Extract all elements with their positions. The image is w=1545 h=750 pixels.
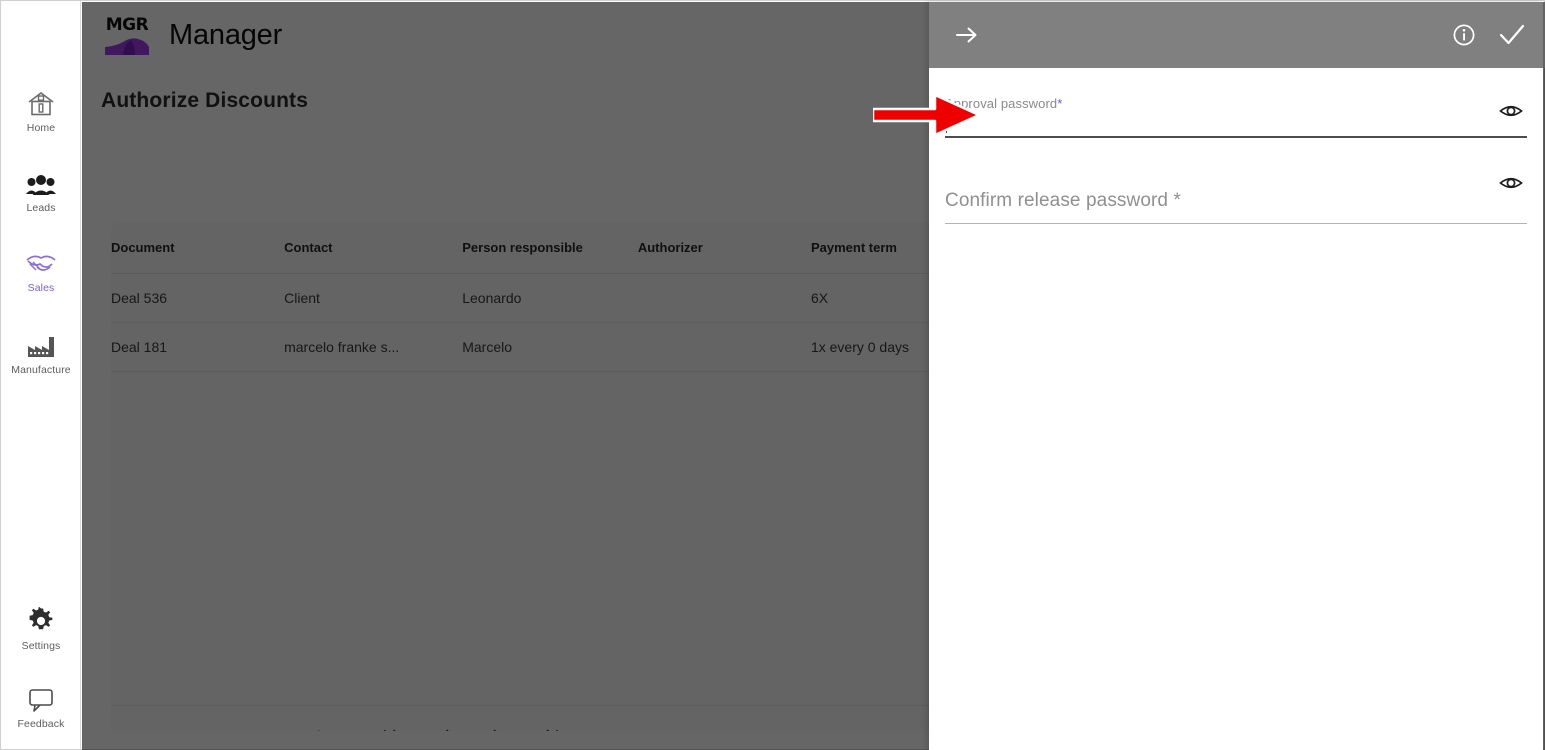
text-caret xyxy=(946,113,947,133)
speech-bubble-icon xyxy=(26,683,56,713)
sidebar-item-settings[interactable]: Settings xyxy=(1,599,81,657)
sidebar-item-label-feedback: Feedback xyxy=(17,717,65,730)
confirm-release-password-label: Confirm release password * xyxy=(945,190,1181,211)
sidebar-item-label-settings: Settings xyxy=(21,639,61,652)
sidebar-item-feedback[interactable]: Feedback xyxy=(1,677,81,735)
approval-password-field[interactable]: Approval password* xyxy=(945,90,1527,146)
eye-icon[interactable] xyxy=(1498,98,1524,124)
sidebar-item-label-home: Home xyxy=(26,121,56,134)
handshake-icon xyxy=(24,247,58,277)
approval-side-panel: Approval password* Confirm release passw… xyxy=(929,2,1543,750)
panel-header xyxy=(929,2,1543,68)
sidebar-item-label-leads: Leads xyxy=(26,201,56,214)
app-window: Home Leads Sales Manufacture Settings Fe… xyxy=(0,0,1545,750)
approval-password-label: Approval password* xyxy=(945,96,1063,111)
sidebar-item-home[interactable]: Home xyxy=(1,81,81,139)
confirm-release-password-field[interactable]: Confirm release password * xyxy=(945,168,1527,224)
sidebar-item-manufacture[interactable]: Manufacture xyxy=(1,323,81,381)
sidebar-item-label-manufacture: Manufacture xyxy=(11,363,71,376)
info-circle-icon[interactable] xyxy=(1447,18,1481,52)
home-icon xyxy=(26,87,56,117)
arrow-right-icon[interactable] xyxy=(952,20,982,50)
people-group-icon xyxy=(25,167,57,197)
gear-icon xyxy=(27,605,55,635)
check-icon[interactable] xyxy=(1495,18,1529,52)
approval-password-input[interactable] xyxy=(945,136,1527,138)
sidebar: Home Leads Sales Manufacture Settings Fe… xyxy=(1,1,81,749)
confirm-release-password-input[interactable] xyxy=(945,223,1527,224)
eye-icon[interactable] xyxy=(1498,170,1524,196)
factory-icon xyxy=(26,329,56,359)
sidebar-item-leads[interactable]: Leads xyxy=(1,161,81,219)
sidebar-item-sales[interactable]: Sales xyxy=(1,241,81,299)
sidebar-item-label-sales: Sales xyxy=(27,281,55,294)
panel-body: Approval password* Confirm release passw… xyxy=(929,90,1543,224)
